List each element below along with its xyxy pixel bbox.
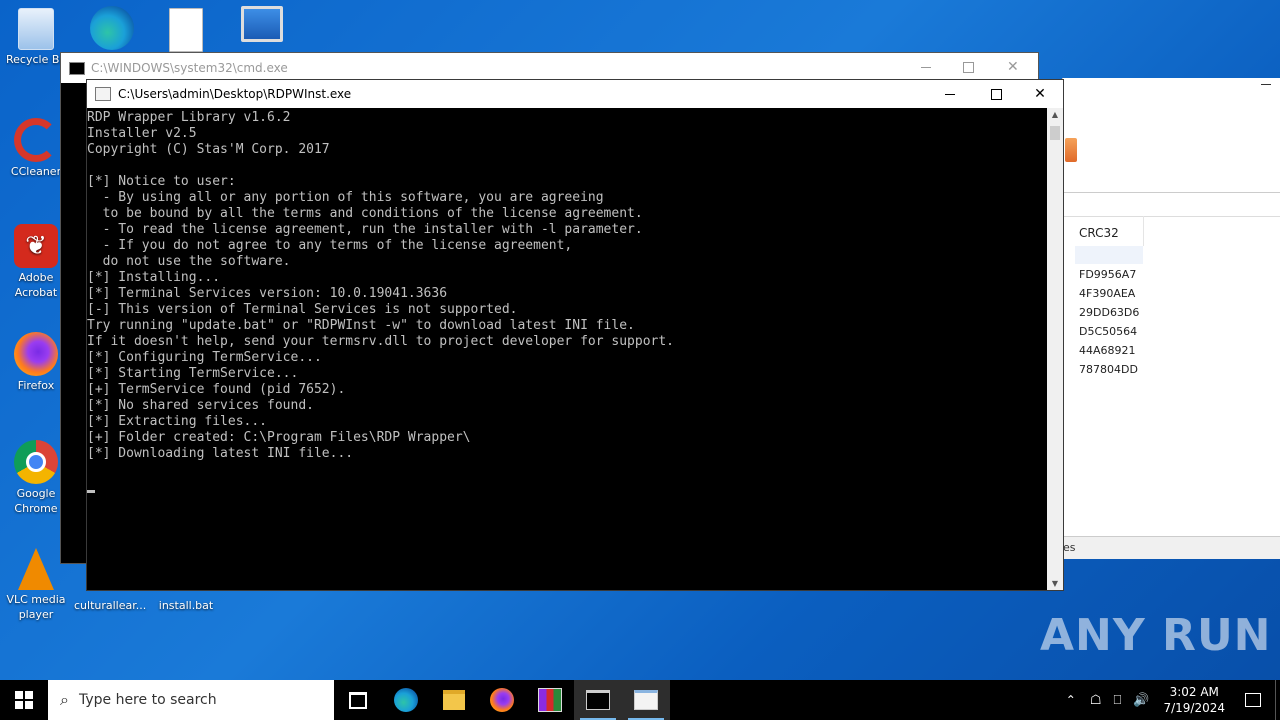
start-button[interactable] (0, 680, 48, 720)
edge-icon (394, 688, 418, 712)
clock-date: 7/19/2024 (1163, 701, 1225, 715)
crc-value: FD9956A7 (1079, 268, 1137, 281)
console-app-icon (634, 690, 658, 710)
status-text: es (1063, 541, 1076, 554)
ethernet-icon[interactable]: ⎕ (1113, 693, 1121, 708)
taskbar-rdpwinst[interactable] (622, 680, 670, 720)
notification-icon[interactable] (1245, 693, 1261, 707)
windows-logo-icon (15, 691, 33, 709)
console-text: RDP Wrapper Library v1.6.2 Installer v2.… (87, 110, 674, 461)
crc-value: 787804DD (1079, 363, 1138, 376)
image-file-icon (169, 8, 203, 52)
crc-value: 4F390AEA (1079, 287, 1136, 300)
divider (1063, 192, 1280, 193)
clock-time: 3:02 AM (1169, 685, 1219, 699)
folder-icon (443, 690, 465, 710)
search-placeholder: Type here to search (78, 692, 217, 708)
vertical-scrollbar[interactable]: ▲ ▼ (1047, 108, 1063, 590)
taskbar-cmd[interactable] (574, 680, 622, 720)
taskbar: ⌕ Type here to search ⌃ ☖ ⎕ 🔊 3:02 AM 7/… (0, 680, 1280, 720)
desktop-icon-culturallear[interactable]: culturallear... (74, 590, 146, 613)
acrobat-icon: ❦ (14, 224, 58, 268)
crc-value: 29DD63D6 (1079, 306, 1140, 319)
taskbar-firefox[interactable] (478, 680, 526, 720)
taskbar-edge[interactable] (382, 680, 430, 720)
desktop-icon-install-bat[interactable]: install.bat (150, 590, 222, 613)
close-icon: ✕ (1034, 86, 1046, 102)
anyrun-watermark: ANY RUN (1040, 610, 1272, 661)
cmd-icon (69, 61, 85, 75)
crc-value: 44A68921 (1079, 344, 1136, 357)
volume-icon[interactable]: 🔊 (1133, 693, 1149, 708)
app-icon (1065, 138, 1077, 162)
taskbar-file-explorer[interactable] (430, 680, 478, 720)
desktop-icon-label: install.bat (158, 599, 214, 612)
desktop-icon-label: culturallear... (74, 599, 147, 612)
desktop-icon-monitor[interactable] (226, 6, 298, 44)
rdpwinst-titlebar[interactable]: C:\Users\admin\Desktop\RDPWInst.exe ✕ (87, 80, 1063, 108)
scroll-down-icon[interactable]: ▼ (1047, 579, 1063, 588)
close-icon[interactable]: ✕ (1007, 59, 1019, 75)
rdpwinst-window-title: C:\Users\admin\Desktop\RDPWInst.exe (118, 87, 352, 101)
system-tray: ⌃ ☖ ⎕ 🔊 3:02 AM 7/19/2024 (1058, 680, 1280, 720)
minimize-icon (945, 93, 955, 95)
clock[interactable]: 3:02 AM 7/19/2024 (1163, 684, 1225, 716)
text-cursor (87, 490, 95, 493)
crc-value: D5C50564 (1079, 325, 1138, 338)
firefox-icon (490, 688, 514, 712)
vlc-icon (18, 548, 54, 590)
console-output[interactable]: RDP Wrapper Library v1.6.2 Installer v2.… (87, 110, 1047, 588)
desktop-icon-label: Recycle Bin (6, 53, 66, 66)
minimize-icon[interactable] (1261, 84, 1271, 85)
cmd-window-title: C:\WINDOWS\system32\cmd.exe (91, 61, 288, 75)
maximize-icon[interactable] (963, 62, 974, 73)
scroll-thumb[interactable] (1050, 126, 1060, 140)
minimize-icon[interactable] (921, 67, 931, 68)
network-icon[interactable]: ☖ (1090, 693, 1102, 708)
taskbar-winrar[interactable] (526, 680, 574, 720)
rdpwinst-window[interactable]: C:\Users\admin\Desktop\RDPWInst.exe ✕ RD… (86, 79, 1064, 591)
task-view-icon (349, 691, 367, 709)
status-bar: es (1063, 536, 1280, 559)
explorer-window[interactable]: CRC32 FD9956A7 4F390AEA 29DD63D6 D5C5056… (1062, 78, 1280, 559)
scroll-up-icon[interactable]: ▲ (1047, 110, 1063, 119)
recycle-bin-icon (18, 8, 54, 50)
minimize-button[interactable] (927, 80, 973, 108)
search-icon: ⌕ (60, 690, 69, 709)
ccleaner-icon (14, 118, 58, 162)
desktop-icon-edge[interactable] (76, 6, 148, 52)
close-button[interactable]: ✕ (1017, 80, 1063, 108)
taskbar-search-box[interactable]: ⌕ Type here to search (48, 680, 334, 720)
desktop-icon-label: VLC media player (6, 593, 66, 621)
selected-row (1075, 246, 1143, 264)
chevron-up-icon[interactable]: ⌃ (1066, 693, 1076, 707)
console-app-icon (95, 87, 111, 101)
winrar-icon (538, 688, 562, 712)
show-desktop-strip[interactable] (1275, 680, 1280, 720)
monitor-shield-icon (241, 6, 283, 42)
maximize-button[interactable] (973, 80, 1019, 108)
task-view-button[interactable] (334, 680, 382, 720)
edge-icon (90, 6, 134, 50)
firefox-icon (14, 332, 58, 376)
maximize-icon (990, 88, 1002, 100)
column-header-crc32[interactable]: CRC32 (1079, 226, 1119, 240)
cmd-icon (586, 690, 610, 710)
desktop-icon-file[interactable] (150, 8, 222, 54)
chrome-icon (14, 440, 58, 484)
